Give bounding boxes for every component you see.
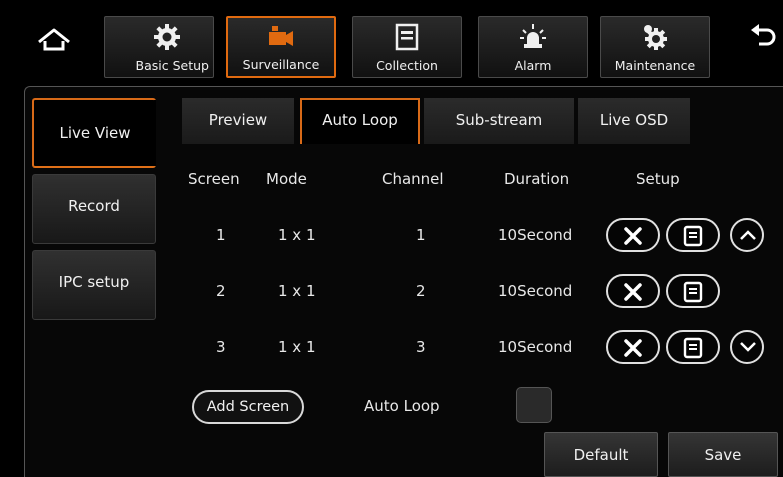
column-header-mode: Mode <box>266 170 307 188</box>
subtab-label: Preview <box>208 111 268 129</box>
setup-button[interactable] <box>666 218 720 252</box>
tab-collection[interactable]: Collection <box>352 16 462 78</box>
subtab-auto-loop[interactable]: Auto Loop <box>300 98 420 144</box>
sidebar-item-record[interactable]: Record <box>32 174 156 244</box>
sidebar-item-label: Record <box>68 197 120 215</box>
tab-label: Alarm <box>514 58 552 73</box>
subtab-preview[interactable]: Preview <box>182 98 294 144</box>
close-icon <box>624 283 642 301</box>
maintenance-gear-icon <box>644 25 667 50</box>
delete-button[interactable] <box>606 218 660 252</box>
home-icon[interactable] <box>34 22 74 62</box>
gear-icon <box>154 24 180 50</box>
column-header-screen: Screen <box>188 170 240 188</box>
auto-loop-checkbox[interactable] <box>516 387 552 423</box>
delete-button[interactable] <box>606 274 660 308</box>
sidebar-item-label: Live View <box>59 124 131 142</box>
tab-label: Surveillance <box>242 57 320 72</box>
subtab-label: Sub-stream <box>455 111 543 129</box>
cell-channel: 3 <box>416 338 426 356</box>
cell-channel: 1 <box>416 226 426 244</box>
tab-label: Maintenance <box>614 58 696 73</box>
back-arrow-icon[interactable] <box>745 22 779 56</box>
tab-label: Collection <box>376 58 438 73</box>
alarm-light-icon <box>520 24 546 48</box>
column-header-duration: Duration <box>504 170 570 188</box>
subtab-label: Live OSD <box>599 111 669 129</box>
list-settings-icon <box>683 281 703 303</box>
cell-mode: 1 x 1 <box>278 338 316 356</box>
chevron-up-icon <box>740 230 756 240</box>
setup-button[interactable] <box>666 330 720 364</box>
close-icon <box>624 339 642 357</box>
column-header-setup: Setup <box>636 170 680 188</box>
move-up-button[interactable] <box>730 218 764 252</box>
cell-channel: 2 <box>416 282 426 300</box>
setup-button[interactable] <box>666 274 720 308</box>
auto-loop-label: Auto Loop <box>364 397 440 415</box>
tab-maintenance[interactable]: Maintenance <box>600 16 710 78</box>
subtab-label: Auto Loop <box>322 111 398 129</box>
camera-icon <box>269 26 293 46</box>
cell-screen: 3 <box>216 338 226 356</box>
sidebar-item-ipc-setup[interactable]: IPC setup <box>32 250 156 320</box>
tab-label: Basic Setup <box>135 58 209 73</box>
top-toolbar: Basic Setup Surveillance Collection Alar… <box>0 0 783 84</box>
cell-screen: 2 <box>216 282 226 300</box>
chevron-down-icon <box>740 342 756 352</box>
delete-button[interactable] <box>606 330 660 364</box>
tab-basic-setup[interactable]: Basic Setup <box>104 16 214 78</box>
cell-mode: 1 x 1 <box>278 226 316 244</box>
cell-duration: 10Second <box>498 226 573 244</box>
cell-duration: 10Second <box>498 282 573 300</box>
sidebar-item-label: IPC setup <box>58 273 130 291</box>
move-down-button[interactable] <box>730 330 764 364</box>
tab-surveillance[interactable]: Surveillance <box>226 16 336 78</box>
tab-alarm[interactable]: Alarm <box>478 16 588 78</box>
column-header-channel: Channel <box>382 170 444 188</box>
save-button[interactable]: Save <box>668 432 778 477</box>
default-button[interactable]: Default <box>544 432 658 477</box>
close-icon <box>624 227 642 245</box>
list-settings-icon <box>683 337 703 359</box>
subtab-live-osd[interactable]: Live OSD <box>578 98 690 144</box>
cell-screen: 1 <box>216 226 226 244</box>
sidebar-item-live-view[interactable]: Live View <box>32 98 156 168</box>
document-icon <box>395 23 419 51</box>
add-screen-button[interactable]: Add Screen <box>192 390 304 424</box>
cell-duration: 10Second <box>498 338 573 356</box>
list-settings-icon <box>683 225 703 247</box>
subtab-sub-stream[interactable]: Sub-stream <box>424 98 574 144</box>
cell-mode: 1 x 1 <box>278 282 316 300</box>
